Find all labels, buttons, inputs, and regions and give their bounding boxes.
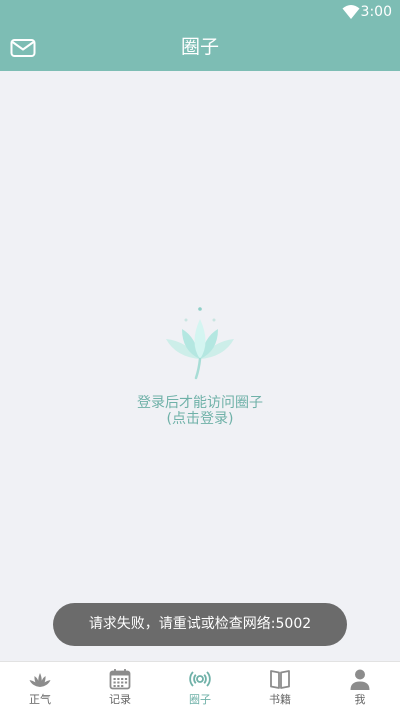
status-time: 3:00 (360, 4, 392, 20)
book-icon (270, 670, 290, 689)
login-required-text: 登录后才能访问圈子 (137, 395, 263, 411)
tab-zhengqi[interactable]: 正气 (0, 662, 80, 711)
broadcast-icon (189, 671, 211, 687)
lotus-icon (166, 307, 234, 380)
lotus-icon (29, 673, 51, 687)
page-title: 圈子 (180, 36, 219, 58)
tab-circle[interactable]: 圈子 (160, 662, 240, 711)
tab-label: 我 (354, 693, 366, 706)
status-bar: 3:00 (0, 0, 400, 24)
app-bar: 圈子 (0, 24, 400, 71)
error-toast: 请求失败，请重试或检查网络:5002 (53, 603, 347, 646)
tab-label: 记录 (109, 693, 131, 706)
content-area: 登录后才能访问圈子 (点击登录) (0, 71, 400, 661)
login-prompt[interactable]: 登录后才能访问圈子 (点击登录) (100, 303, 300, 427)
login-link-text[interactable]: (点击登录) (100, 411, 300, 427)
person-icon (350, 669, 370, 690)
tab-label: 圈子 (189, 693, 211, 706)
tab-me[interactable]: 我 (320, 662, 400, 711)
tab-label: 正气 (29, 693, 51, 706)
wifi-icon (342, 5, 360, 19)
tab-records[interactable]: 记录 (80, 662, 160, 711)
calendar-icon (109, 669, 131, 690)
bottom-tab-bar: 正气 记录 圈子 书籍 我 (0, 661, 400, 711)
tab-label: 书籍 (269, 693, 291, 706)
tab-books[interactable]: 书籍 (240, 662, 320, 711)
